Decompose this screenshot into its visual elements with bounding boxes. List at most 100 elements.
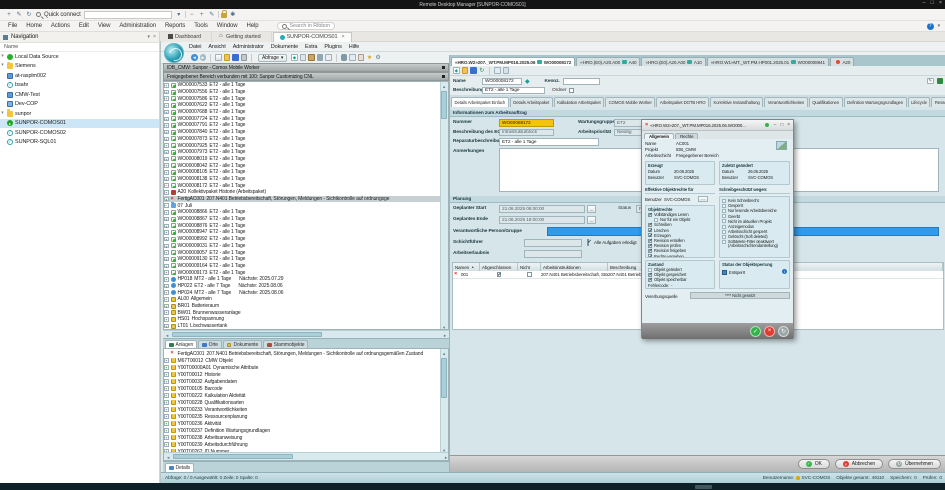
settings-icon[interactable]: ⚙ — [375, 54, 382, 61]
dialog-cancel-button[interactable]: × — [764, 326, 775, 337]
dialog-ok-button[interactable]: ✓ — [750, 326, 761, 337]
checkbox[interactable] — [722, 209, 726, 213]
search-icon[interactable] — [325, 54, 332, 61]
scroll-up-icon[interactable]: ▲ — [440, 349, 448, 357]
tree-item[interactable]: + WO00008138 ET2 - alle 1 Tage — [164, 176, 441, 183]
expand-toggle[interactable]: + — [164, 170, 169, 175]
expand-toggle[interactable]: + — [164, 290, 169, 295]
kennz-input[interactable] — [563, 78, 600, 85]
pin-icon[interactable]: ▾ — [147, 34, 149, 40]
tree-item[interactable]: − WO00008172 ET2 - alle 1 Tage — [164, 182, 441, 189]
document-tab[interactable]: «HRO.(E0).A20.A00 A40 — [576, 57, 640, 67]
tree-item[interactable]: + WO00007586 ET2 - alle 1 Tage — [164, 95, 441, 102]
scrollbar-thumb[interactable] — [173, 454, 293, 459]
nav-column-header[interactable]: Name — [0, 43, 159, 52]
checkbox[interactable] — [648, 213, 652, 217]
expand-toggle[interactable]: + — [164, 442, 169, 447]
expand-toggle[interactable]: + — [164, 304, 169, 309]
expand-toggle[interactable]: + — [164, 358, 169, 363]
checkbox[interactable] — [648, 239, 652, 243]
tree-item[interactable]: + WO00007533 ET2 - alle 1 Tage — [164, 82, 441, 89]
expand-toggle[interactable]: + — [164, 435, 169, 440]
detail-tab[interactable]: Kalkulation Arbeitspaket — [554, 97, 604, 107]
open-folder-icon[interactable] — [462, 67, 469, 74]
menu-item[interactable]: Window — [217, 23, 238, 29]
detail-tab[interactable]: Qualifikationen — [809, 97, 843, 107]
menu-item[interactable]: Help — [247, 23, 259, 29]
nav-tree-item[interactable]: SUNPOR-COMOS01 — [0, 119, 159, 129]
expand-toggle[interactable]: + — [164, 264, 169, 269]
nummer-field[interactable]: WO00008172 — [499, 119, 554, 127]
favorites-icon[interactable]: ✱ — [229, 11, 237, 19]
tree-item[interactable]: + Y00T00222 Kalkulation Aktivität — [164, 392, 441, 399]
layout-icon[interactable] — [494, 67, 501, 74]
checkbox[interactable] — [648, 268, 652, 272]
tree-item[interactable]: + WO00007724 ET2 - alle 1 Tage — [164, 115, 441, 122]
column-arbeitsinstruktionen[interactable]: Arbeitsinstruktionen — [541, 263, 608, 271]
tree-item[interactable]: + WO00007873 ET2 - alle 1 Tage — [164, 136, 441, 143]
menu-item[interactable]: View — [98, 23, 111, 29]
expand-toggle[interactable]: + — [164, 96, 169, 101]
expand-toggle[interactable]: + — [164, 379, 169, 384]
expand-toggle[interactable]: + — [164, 372, 169, 377]
tree-item[interactable]: + WO00008042 ET2 - alle 1 Tage — [164, 162, 441, 169]
column-abgeschlossen[interactable]: Abgeschlossen — [480, 263, 518, 271]
tree-item[interactable]: + WO00008947 ET2 - alle 1 Tage — [164, 229, 441, 236]
expand-toggle[interactable]: + — [164, 386, 169, 391]
apply-button[interactable]: ↻ Übernehmen — [888, 459, 941, 469]
nav-tree-item[interactable]: ▾ Local Data Source — [0, 52, 159, 62]
detail-tab[interactable]: Details Arbeitspaket — [510, 97, 553, 107]
checkbox[interactable] — [648, 223, 652, 227]
tree-item[interactable]: + Y00T00032 Aufgabendaten — [164, 378, 441, 385]
expand-toggle[interactable]: + — [164, 163, 169, 168]
expand-toggle[interactable]: + — [164, 284, 169, 289]
checkbox[interactable] — [722, 214, 726, 218]
tree-item[interactable]: + Y00T00236 Aktivität — [164, 420, 441, 427]
close-tab-icon[interactable]: × — [341, 34, 344, 40]
working-layer-bar[interactable]: Freigegebener Bereich verbunden mit 100:… — [163, 72, 449, 81]
expand-toggle[interactable]: − — [164, 203, 169, 208]
abfrage-dropdown[interactable]: Abfrage ▾ — [258, 54, 287, 62]
lock-icon[interactable] — [221, 13, 227, 18]
add-session-icon[interactable]: + — [5, 11, 13, 19]
tree-item[interactable]: + Y00T00239 Arbeitsdurchführung — [164, 441, 441, 448]
dialog-maximize-button[interactable]: □ — [780, 122, 783, 128]
menu-item[interactable]: Datei — [189, 44, 201, 50]
checkbox[interactable] — [722, 230, 726, 234]
document-tab[interactable]: «HRO.W2»207._WT.PM.MP016.2025.06 WO00008… — [451, 57, 575, 67]
separator[interactable] — [210, 54, 211, 62]
tree-item[interactable]: + A20 Kollektivpaket Historie (Arbeitspa… — [164, 189, 441, 196]
nav-tree-item[interactable]: CMW-Test — [0, 90, 159, 100]
scrollbar-thumb[interactable] — [172, 332, 322, 337]
document-tab[interactable]: «HRO.W1»MT._WT.PM.HP001.2025.01 WO000089… — [707, 57, 829, 67]
nav-tree-item[interactable]: ▾ Siemens — [0, 62, 159, 72]
menu-item[interactable]: Administration — [119, 23, 156, 29]
tree-item[interactable]: + Y00T00237 Definition Wartungsgrundlage… — [164, 427, 441, 434]
tree-item[interactable]: + WO00008867 ET2 - alle 1 Tage — [164, 216, 441, 223]
expand-toggle[interactable]: + — [164, 400, 169, 405]
expand-toggle[interactable]: + — [164, 224, 169, 229]
cancel-button[interactable]: × Abbrechen — [835, 459, 883, 469]
tree-item[interactable]: + WO00008866 ET2 - alle 1 Tage — [164, 209, 441, 216]
menu-item[interactable]: Plugins — [324, 44, 341, 50]
tree-item[interactable]: + BR01 Batterieraum — [164, 303, 441, 310]
back-icon[interactable]: ◄ — [191, 54, 198, 61]
tree-item[interactable]: + WO00007622 ET2 - alle 1 Tage — [164, 102, 441, 109]
detail-tab[interactable]: Details Arbeitspaket Einfach — [451, 97, 509, 107]
zoom-in-icon[interactable]: + — [198, 11, 206, 19]
expand-toggle[interactable]: + — [164, 210, 169, 215]
document-tab[interactable]: A20 — [830, 57, 854, 67]
expand-toggle[interactable]: + — [164, 414, 169, 419]
tree-item[interactable]: + HP018 MT2 - alle 1 Tage Nächste: 2025.… — [164, 276, 441, 283]
chevron-down-icon[interactable]: ▾ — [175, 11, 183, 19]
done-checkbox[interactable] — [497, 272, 502, 277]
expand-toggle[interactable]: + — [164, 190, 169, 195]
expand-toggle[interactable]: + — [164, 297, 169, 302]
expand-toggle[interactable]: + — [164, 157, 169, 162]
nav-tree-item[interactable]: Dev-COP — [0, 100, 159, 110]
separator[interactable] — [489, 67, 490, 75]
expand-toggle[interactable]: + — [164, 237, 169, 242]
readonly-reason-row[interactable]: Softdelete-Filter deaktiviert (Arbeitssc… — [720, 240, 789, 249]
scroll-right-icon[interactable]: ► — [442, 453, 449, 461]
menu-item[interactable]: Actions — [51, 23, 70, 29]
